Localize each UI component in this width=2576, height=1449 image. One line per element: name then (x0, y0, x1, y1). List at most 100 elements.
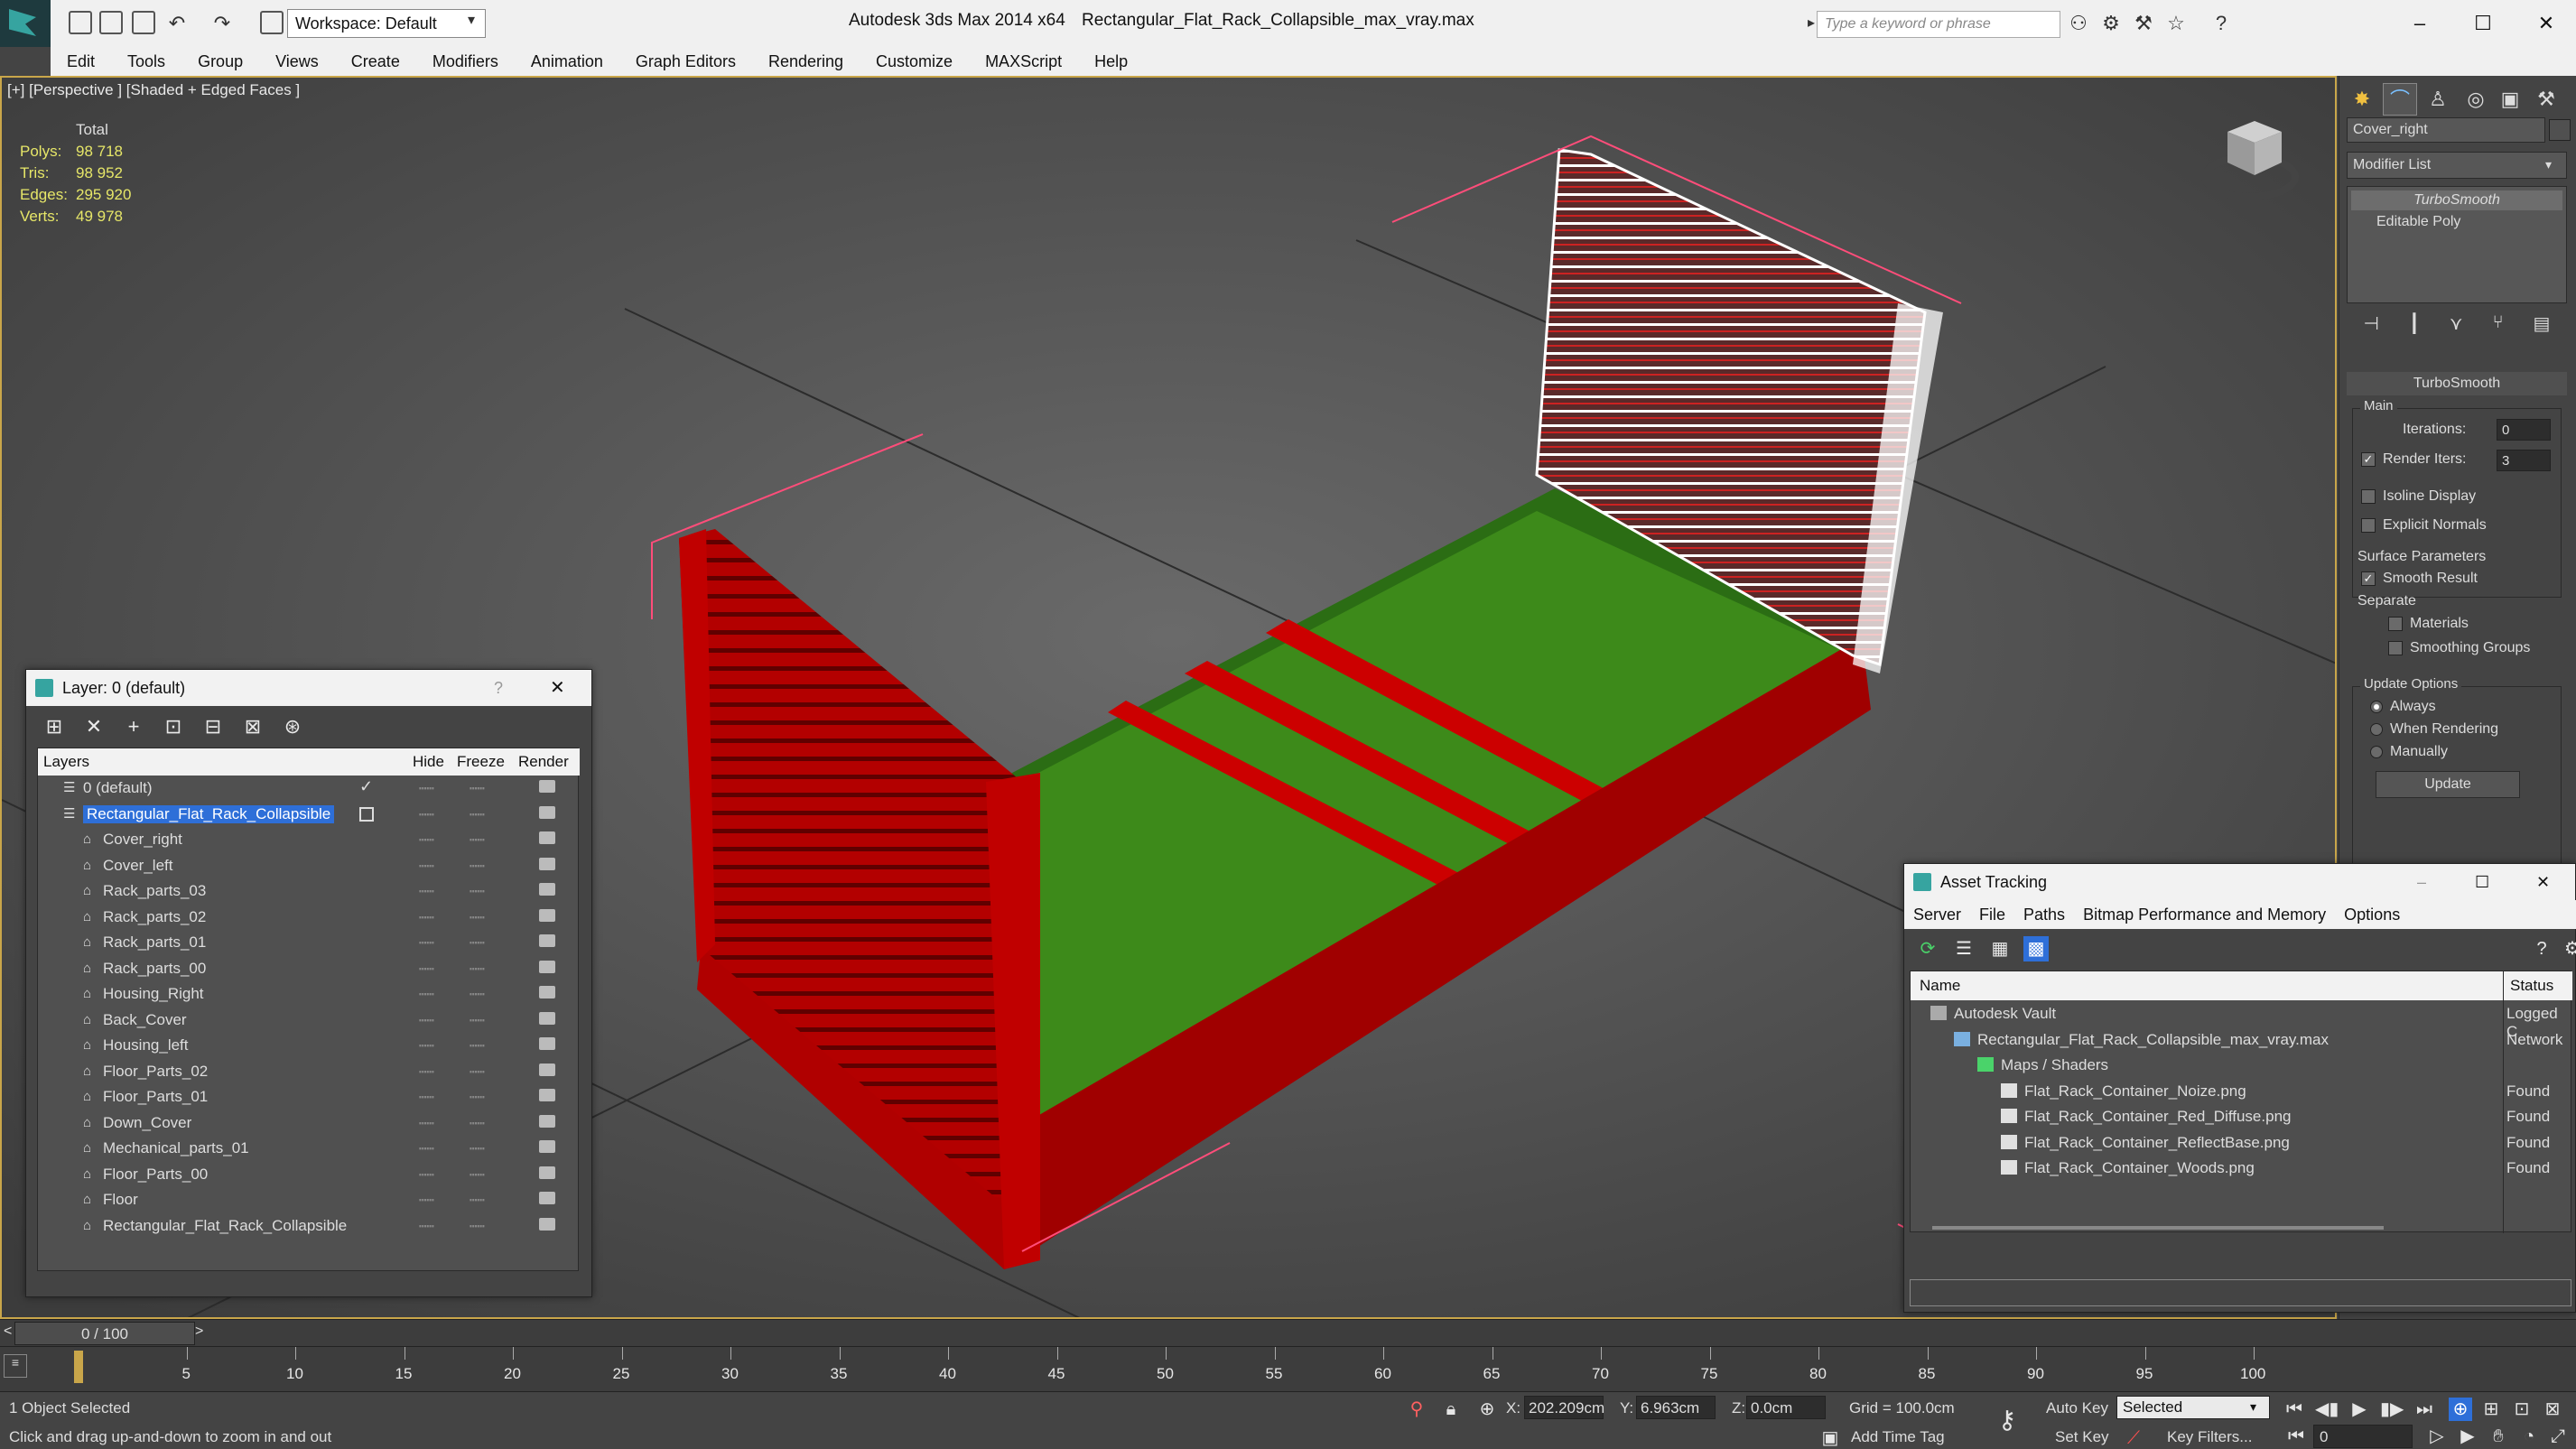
layer-row[interactable]: ⌂ Cover_left ┅┅ ┅┅ (38, 853, 580, 879)
hide-toggle[interactable]: ┅┅ (419, 807, 434, 822)
chevron-down-icon[interactable]: ▾ (2250, 1399, 2256, 1415)
layer-name[interactable]: Cover_right (103, 831, 182, 849)
search-input[interactable]: Type a keyword or phrase (1817, 11, 2060, 38)
stack-item-turbosmooth[interactable]: TurboSmooth (2351, 190, 2562, 210)
asset-row[interactable]: Rectangular_Flat_Rack_Collapsible_max_vr… (1911, 1026, 2572, 1053)
update-button[interactable]: Update (2376, 771, 2520, 798)
table-view-icon[interactable]: ▩ (2023, 936, 2049, 961)
track-bar[interactable]: ≡ 5 10 15 20 25 30 35 40 45 50 55 60 65 70 75 80 85 90 95 1… (0, 1346, 2576, 1391)
hide-toggle[interactable]: ┅┅ (419, 910, 434, 925)
render-teapot-icon[interactable] (539, 805, 555, 819)
layer-row[interactable]: ⌂ Back_Cover ┅┅ ┅┅ (38, 1008, 580, 1034)
render-iters-checkbox[interactable]: ✓ (2361, 451, 2376, 467)
menu-rendering[interactable]: Rendering (752, 52, 860, 71)
minimize-icon[interactable]: – (2417, 864, 2426, 900)
open-file-icon[interactable] (99, 11, 123, 34)
hide-toggle[interactable]: ┅┅ (419, 859, 434, 874)
layer-name[interactable]: Rack_parts_03 (103, 882, 206, 900)
render-teapot-icon[interactable] (539, 1063, 555, 1076)
iterations-spinner[interactable]: 0 (2497, 419, 2551, 441)
column-freeze[interactable]: Freeze (457, 753, 505, 771)
freeze-toggle[interactable]: ┅┅ (470, 884, 485, 899)
layer-row[interactable]: ⌂ Rack_parts_03 ┅┅ ┅┅ (38, 878, 580, 905)
layer-row[interactable]: ⌂ Rack_parts_01 ┅┅ ┅┅ (38, 930, 580, 956)
configure-modifier-sets-icon[interactable]: ▤ (2534, 312, 2551, 338)
column-layers[interactable]: Layers (43, 753, 89, 771)
render-teapot-icon[interactable] (539, 1114, 555, 1128)
add-time-tag[interactable]: Add Time Tag (1851, 1428, 1945, 1446)
horizontal-scrollbar[interactable] (1932, 1226, 2384, 1230)
layer-row[interactable]: ⌂ Down_Cover ┅┅ ┅┅ (38, 1110, 580, 1137)
communication-icon[interactable]: ⚒ (2133, 13, 2154, 34)
stack-item-editable-poly[interactable]: Editable Poly (2351, 212, 2562, 232)
layer-name[interactable]: Cover_left (103, 857, 172, 875)
asset-menu-file[interactable]: File (1970, 906, 2014, 924)
freeze-toggle[interactable]: ┅┅ (470, 987, 485, 1002)
close-button[interactable]: ✕ (2524, 7, 2569, 40)
render-teapot-icon[interactable] (539, 1037, 555, 1050)
utilities-tab-icon[interactable]: ⚒ (2529, 83, 2563, 116)
layer-name[interactable]: Rectangular_Flat_Rack_Collapsible (103, 1217, 347, 1235)
freeze-toggle[interactable]: ┅┅ (470, 935, 485, 951)
render-teapot-icon[interactable] (539, 780, 555, 793)
asset-menu-server[interactable]: Server (1904, 906, 1970, 924)
freeze-toggle[interactable]: ┅┅ (470, 832, 485, 848)
layer-row[interactable]: ⌂ Rack_parts_02 ┅┅ ┅┅ (38, 905, 580, 931)
freeze-toggle[interactable]: ┅┅ (470, 910, 485, 925)
highlight-layer-icon[interactable]: ⊟ (200, 713, 227, 740)
layer-name[interactable]: Rack_parts_01 (103, 933, 206, 952)
layer-name[interactable]: Housing_left (103, 1036, 189, 1054)
layer-row[interactable]: ⌂ Rack_parts_00 ┅┅ ┅┅ (38, 956, 580, 982)
freeze-toggle[interactable]: ┅┅ (470, 1090, 485, 1105)
current-layer-check-icon[interactable]: ✓ (359, 777, 373, 796)
time-config-icon[interactable]: ▷ (2425, 1425, 2449, 1448)
render-teapot-icon[interactable] (539, 908, 555, 922)
layer-row[interactable]: ⌂ Mechanical_parts_01 ┅┅ ┅┅ (38, 1136, 580, 1162)
hide-toggle[interactable]: ┅┅ (419, 935, 434, 951)
field-of-view-icon[interactable]: ▶ (2456, 1425, 2479, 1448)
asset-menu-bitmap-performance[interactable]: Bitmap Performance and Memory (2074, 906, 2335, 924)
freeze-toggle[interactable]: ┅┅ (470, 961, 485, 977)
x-coordinate-field[interactable]: 202.209cm (1524, 1396, 1604, 1419)
thumbnail-view-icon[interactable]: ▦ (1987, 936, 2013, 961)
layer-name[interactable]: Rectangular_Flat_Rack_Collapsible (83, 804, 335, 823)
app-menu-button[interactable] (0, 0, 51, 47)
freeze-toggle[interactable]: ┅┅ (470, 1167, 485, 1183)
workspace-dropdown[interactable]: Workspace: Default (287, 9, 486, 38)
save-icon[interactable] (132, 11, 155, 34)
layer-row[interactable]: ⌂ Floor ┅┅ ┅┅ (38, 1187, 580, 1213)
modify-tab-icon[interactable]: ⌒ (2383, 83, 2417, 116)
add-to-layer-icon[interactable]: + (120, 713, 147, 740)
help-icon[interactable]: ? (2529, 936, 2554, 961)
time-slider-thumb[interactable]: 0 / 100 (14, 1322, 195, 1345)
render-teapot-icon[interactable] (539, 883, 555, 896)
layer-name[interactable]: Rack_parts_02 (103, 908, 206, 926)
freeze-toggle[interactable]: ┅┅ (470, 1064, 485, 1080)
asset-menu-options[interactable]: Options (2335, 906, 2409, 924)
remove-modifier-icon[interactable]: ⑂ (2493, 312, 2504, 338)
menu-tools[interactable]: Tools (111, 52, 181, 71)
hide-toggle[interactable]: ┅┅ (419, 1090, 434, 1105)
hide-toggle[interactable]: ┅┅ (419, 1013, 434, 1028)
select-objects-icon[interactable]: ⊡ (160, 713, 187, 740)
create-tab-icon[interactable]: ✸ (2345, 83, 2379, 116)
when-rendering-radio[interactable] (2370, 722, 2383, 736)
layer-name[interactable]: Housing_Right (103, 985, 204, 1003)
undo-icon[interactable]: ↶ (166, 13, 188, 34)
maximize-icon[interactable]: ☐ (2475, 864, 2489, 900)
layer-name[interactable]: 0 (default) (83, 779, 153, 797)
refresh-icon[interactable]: ⟳ (1915, 936, 1940, 961)
freeze-toggle[interactable]: ┅┅ (470, 1013, 485, 1028)
hide-toggle[interactable]: ┅┅ (419, 1193, 434, 1208)
hide-toggle[interactable]: ┅┅ (419, 1064, 434, 1080)
isolate-selection-icon[interactable]: ⚲ (1405, 1398, 1428, 1421)
layer-row[interactable]: ⌂ Cover_right ┅┅ ┅┅ (38, 827, 580, 853)
set-key-button[interactable]: Set Key (2055, 1428, 2109, 1446)
layer-name[interactable]: Floor_Parts_00 (103, 1166, 208, 1184)
freeze-toggle[interactable]: ┅┅ (470, 1038, 485, 1054)
render-teapot-icon[interactable] (539, 960, 555, 973)
menu-group[interactable]: Group (181, 52, 259, 71)
asset-path-field[interactable] (1910, 1279, 2571, 1306)
turbosmooth-rollout-title[interactable]: TurboSmooth (2347, 372, 2567, 395)
column-status[interactable]: Status (2510, 977, 2553, 995)
